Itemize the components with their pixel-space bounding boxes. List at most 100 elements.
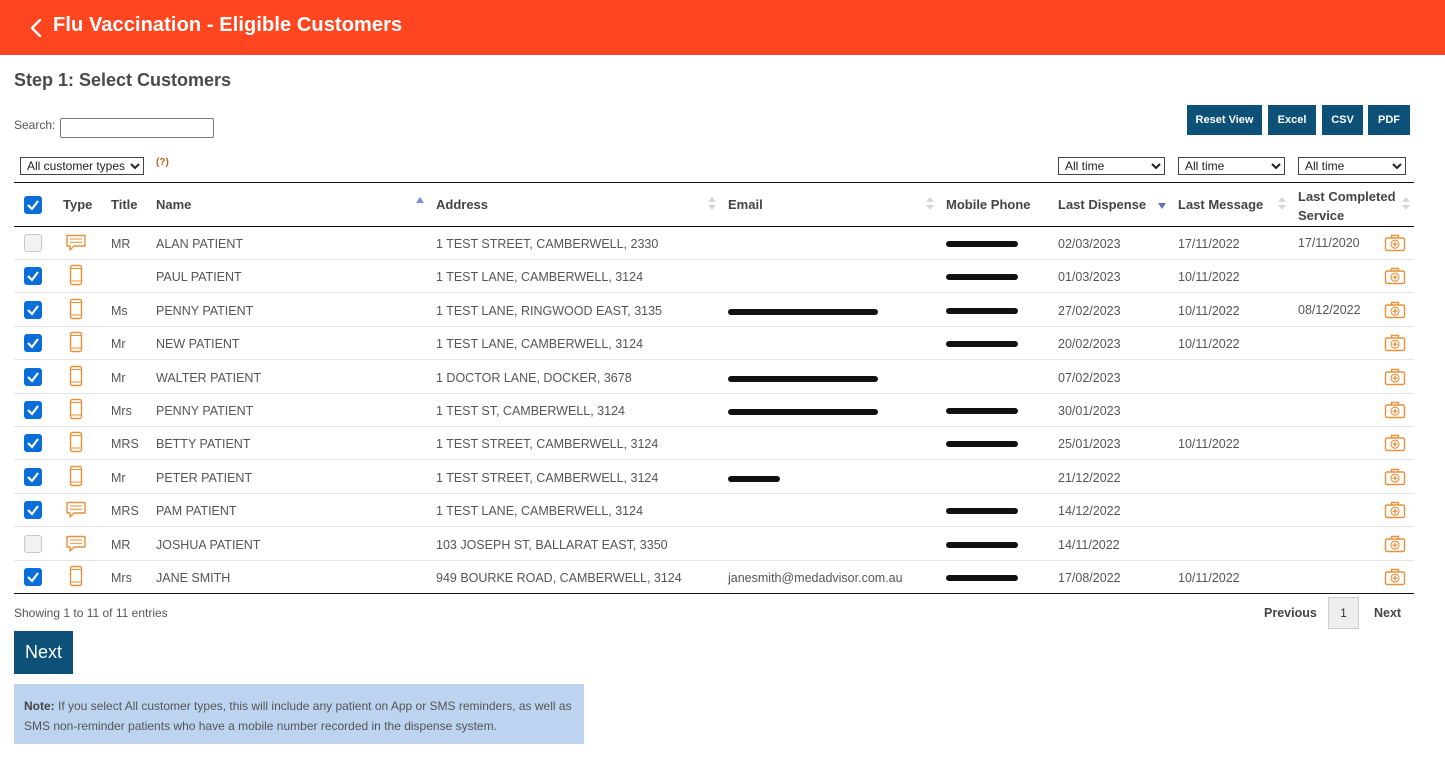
- medical-kit-icon[interactable]: [1384, 267, 1406, 288]
- sort-icon[interactable]: [1278, 197, 1286, 211]
- medical-kit-icon[interactable]: [1384, 301, 1406, 322]
- medical-kit-icon[interactable]: [1384, 234, 1406, 255]
- table-info: Showing 1 to 11 of 11 entries: [14, 606, 168, 620]
- row-last-dispense: 20/02/2023: [1058, 337, 1121, 352]
- medical-kit-icon[interactable]: [1384, 568, 1406, 589]
- table-row[interactable]: Mrs PENNY PATIENT 1 TEST ST, CAMBERWELL, 3…: [14, 394, 1414, 427]
- sort-icon[interactable]: [926, 197, 934, 211]
- pdf-button[interactable]: PDF: [1368, 105, 1410, 135]
- table-row[interactable]: Mr NEW PATIENT 1 TEST LANE, CAMBERWELL, 31…: [14, 327, 1414, 361]
- row-checkbox[interactable]: [24, 267, 42, 286]
- sort-icon[interactable]: [1402, 197, 1410, 211]
- row-last-service: 17/11/2020: [1298, 236, 1360, 250]
- row-checkbox[interactable]: [24, 434, 42, 453]
- row-name: PAM PATIENT: [156, 504, 237, 519]
- chevron-left-icon[interactable]: [28, 17, 44, 39]
- medical-kit-icon[interactable]: [1384, 535, 1406, 556]
- col-last-completed-service[interactable]: Last Completed Service: [1298, 187, 1398, 225]
- medical-kit-icon[interactable]: [1384, 434, 1406, 455]
- row-checkbox[interactable]: [24, 534, 42, 553]
- row-checkbox[interactable]: [24, 467, 42, 486]
- row-name: JOSHUA PATIENT: [156, 537, 261, 552]
- customer-type-select[interactable]: All customer types: [20, 157, 144, 175]
- mobile-icon: [69, 331, 83, 356]
- sort-desc-icon[interactable]: [1158, 200, 1166, 214]
- row-name: WALTER PATIENT: [156, 370, 262, 385]
- select-all-checkbox[interactable]: [24, 196, 42, 214]
- sort-asc-icon[interactable]: [416, 196, 424, 210]
- table-row[interactable]: MRS BETTY PATIENT 1 TEST STREET, CAMBERWEL…: [14, 427, 1414, 461]
- col-last-message[interactable]: Last Message: [1178, 197, 1263, 212]
- pager-next[interactable]: Next: [1374, 606, 1401, 620]
- last-dispense-filter[interactable]: All time: [1058, 157, 1165, 175]
- pager-page-1[interactable]: 1: [1328, 597, 1359, 629]
- row-checkbox[interactable]: [24, 401, 42, 419]
- table-row[interactable]: MR JOSHUA PATIENT 103 JOSEPH ST, BALLARAT …: [14, 528, 1414, 561]
- medical-kit-icon[interactable]: [1384, 334, 1406, 355]
- next-button[interactable]: Next: [14, 631, 73, 674]
- help-icon[interactable]: (?): [156, 157, 169, 168]
- table-row[interactable]: PAUL PATIENT 1 TEST LANE, CAMBERWELL, 312…: [14, 260, 1414, 294]
- row-last-dispense: 02/03/2023: [1058, 237, 1121, 251]
- col-mobile-phone[interactable]: Mobile Phone: [946, 197, 1031, 212]
- row-checkbox[interactable]: [24, 300, 42, 319]
- redacted-phone: [946, 441, 1018, 448]
- redacted-email: [728, 409, 878, 415]
- excel-button[interactable]: Excel: [1268, 105, 1316, 135]
- row-address: 1 TEST LANE, CAMBERWELL, 3124: [436, 504, 644, 519]
- row-last-dispense: 17/08/2022: [1058, 571, 1121, 585]
- row-title: Mrs: [111, 571, 132, 585]
- row-title: MR: [111, 237, 131, 251]
- row-checkbox[interactable]: [24, 367, 42, 386]
- col-type[interactable]: Type: [63, 197, 92, 212]
- row-last-dispense: 14/12/2022: [1058, 504, 1121, 519]
- col-name[interactable]: Name: [156, 197, 191, 212]
- row-name: ALAN PATIENT: [156, 237, 244, 251]
- row-last-dispense: 27/02/2023: [1058, 303, 1121, 318]
- row-address: 1 TEST LANE, CAMBERWELL, 3124: [436, 270, 644, 285]
- message-icon: [65, 501, 87, 522]
- redacted-phone: [946, 341, 1018, 348]
- redacted-phone: [946, 575, 1018, 581]
- last-service-filter[interactable]: All time: [1298, 157, 1406, 175]
- row-address: 1 TEST STREET, CAMBERWELL, 3124: [436, 470, 659, 485]
- mobile-icon: [69, 398, 83, 423]
- message-icon: [65, 234, 87, 255]
- col-email[interactable]: Email: [728, 197, 763, 212]
- row-name: BETTY PATIENT: [156, 437, 251, 452]
- row-checkbox[interactable]: [24, 334, 42, 353]
- medical-kit-icon[interactable]: [1384, 368, 1406, 389]
- pager-previous[interactable]: Previous: [1264, 606, 1317, 620]
- table-row[interactable]: Mr WALTER PATIENT 1 DOCTOR LANE, DOCKER, 3…: [14, 361, 1414, 394]
- row-last-dispense: 21/12/2022: [1058, 470, 1121, 485]
- medical-kit-icon[interactable]: [1384, 501, 1406, 522]
- csv-button[interactable]: CSV: [1322, 105, 1363, 135]
- sort-icon[interactable]: [708, 197, 716, 211]
- medical-kit-icon[interactable]: [1384, 468, 1406, 489]
- redacted-phone: [946, 408, 1018, 414]
- col-address[interactable]: Address: [436, 197, 488, 212]
- table-header: Type Title Name Address Email Mobile Pho…: [14, 182, 1414, 227]
- mobile-icon: [69, 264, 83, 289]
- row-last-dispense: 30/01/2023: [1058, 404, 1121, 418]
- table-row[interactable]: Ms PENNY PATIENT 1 TEST LANE, RINGWOOD EAS…: [14, 294, 1414, 327]
- medical-kit-icon[interactable]: [1384, 401, 1406, 422]
- row-checkbox[interactable]: [24, 568, 42, 586]
- mobile-icon: [69, 465, 83, 490]
- last-message-filter[interactable]: All time: [1178, 157, 1285, 175]
- table-row[interactable]: Mr PETER PATIENT 1 TEST STREET, CAMBERWELL…: [14, 461, 1414, 494]
- row-last-dispense: 14/11/2022: [1058, 537, 1120, 552]
- table-row[interactable]: MR ALAN PATIENT 1 TEST STREET, CAMBERWELL,…: [14, 227, 1414, 260]
- row-checkbox[interactable]: [24, 234, 42, 252]
- row-address: 103 JOSEPH ST, BALLARAT EAST, 3350: [436, 537, 668, 552]
- redacted-phone: [946, 508, 1018, 515]
- reset-view-button[interactable]: Reset View: [1187, 105, 1262, 135]
- table-row[interactable]: Mrs JANE SMITH 949 BOURKE ROAD, CAMBERWELL…: [14, 561, 1414, 594]
- col-last-dispense[interactable]: Last Dispense: [1058, 197, 1146, 212]
- row-checkbox[interactable]: [24, 501, 42, 520]
- row-last-dispense: 07/02/2023: [1058, 370, 1121, 385]
- table-row[interactable]: MRS PAM PATIENT 1 TEST LANE, CAMBERWELL, 3…: [14, 494, 1414, 528]
- search-input[interactable]: [60, 118, 214, 138]
- col-title[interactable]: Title: [111, 197, 138, 212]
- row-last-message: 10/11/2022: [1178, 270, 1240, 285]
